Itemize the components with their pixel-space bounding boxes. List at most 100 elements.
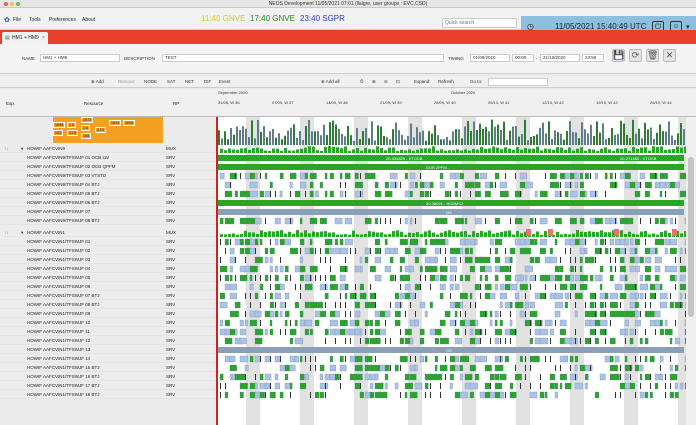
zoom-window-button[interactable] [16, 2, 20, 6]
resource-row[interactable]: HOWIF AAFCVIN9/TFSWJF 08 BTJ SRV [0, 217, 216, 225]
vertical-scrollbar[interactable] [686, 117, 696, 425]
end-time-field[interactable]: 23:59 [582, 54, 604, 62]
resource-row[interactable]: HOWIF AAFCVIN1/TFSWJF 06 SRV [0, 283, 216, 291]
sort-icon[interactable]: ↑↓ [4, 229, 9, 237]
resource-row[interactable]: HOWIF AAFCVIN9/TFSWJF 03 VTSTD SRV [0, 172, 216, 180]
resource-row[interactable]: HOWIF AAFCVIN1/TFSWJF 07 BTJ SRV [0, 292, 216, 300]
overview-bar [599, 132, 601, 145]
resource-row[interactable]: HOWIF AAFCVIN9/TFSWJF 05 BTJ SRV [0, 190, 216, 198]
booking-tick [495, 182, 496, 188]
close-window-button[interactable] [4, 2, 8, 6]
col-resource[interactable]: Resource [84, 101, 103, 106]
refresh-button[interactable]: Refresh [438, 79, 454, 84]
resource-row[interactable]: HOWIF AAFCVIN1/TFSWJF 15 BTJ SRV [0, 364, 216, 372]
resource-row[interactable]: HOWIF AAFCVIN1/TFSWJF 16 BTJ SRV [0, 373, 216, 381]
timeline-grid[interactable]: 20-334825 - VTOCB 20-271485 - VTOCB DOR.2P… [216, 117, 686, 425]
name-field[interactable]: HM1 + HM9 [40, 54, 120, 62]
resource-row[interactable]: HOWIF AAFCVIN1/TFSWJF 05 SRV [0, 274, 216, 282]
booking-block [244, 190, 250, 198]
resource-row[interactable]: HOWIF AAFCVIN1/TFSWJF 11 SRV [0, 328, 216, 336]
booking-tick [270, 383, 271, 389]
start-date-field[interactable]: 01/09/2020 [470, 54, 510, 62]
booking-tick [510, 266, 511, 272]
event-filter-button[interactable]: Event [219, 79, 231, 84]
resource-row[interactable]: HOWIF AAFCVIN1/TFSWJF 02 SRV [0, 247, 216, 255]
close-tab-icon[interactable]: × [42, 32, 45, 44]
mux-peak [308, 233, 311, 237]
menu-tools[interactable]: Tools [29, 17, 41, 23]
reload-button[interactable]: ⟳ [629, 49, 642, 62]
save-button[interactable]: 💾 [612, 49, 625, 62]
expand-button[interactable]: Expand [414, 79, 429, 84]
resource-row[interactable]: HOWIF AAFCVIN9/TFSWJF 06 BTJ SRV [0, 199, 216, 207]
resource-row[interactable]: HOWIF AAFCVIN1/TFSWJF 03 SRV [0, 256, 216, 264]
resource-rp: SRV [166, 191, 176, 196]
node-filter-button[interactable]: NODE [144, 79, 157, 84]
resource-row[interactable]: HOWIF AAFCVIN1/TFSWJF 09 SRV [0, 310, 216, 318]
booking-block [369, 265, 376, 273]
group-row[interactable]: ▾ ↑↓ HOWIF AAFCVIN9 MUX [0, 145, 216, 153]
resource-row[interactable]: HOWIF AAFCVIN1/TFSWJF 14 SRV [0, 355, 216, 363]
mux-peak [268, 150, 271, 153]
resource-row[interactable]: HOWIF AAFCVIN1/TFSWJF 10 SRV [0, 319, 216, 327]
add-all-button[interactable]: ⊕ Add all [321, 79, 340, 85]
remove-button[interactable]: Remove [118, 79, 135, 84]
start-time-field[interactable]: 00:00 [512, 54, 534, 62]
sort-icon[interactable]: ↑↓ [4, 145, 9, 153]
fit-icon[interactable]: ⊡ [396, 79, 400, 85]
booking-block [279, 190, 283, 198]
net-filter-button[interactable]: NET [185, 79, 194, 84]
quick-search-input[interactable]: Quick search [442, 18, 517, 28]
resource-row[interactable]: HOWIF AAFCVIN1/TFSWJF 17 BTJ SRV [0, 382, 216, 390]
overview-bar [602, 123, 604, 145]
resource-row[interactable]: HOWIF AAFCVIN1/TFSWJF 12 SRV [0, 337, 216, 345]
booking-tick [505, 338, 506, 344]
mux-peak [436, 234, 439, 237]
booking-block [369, 319, 374, 327]
col-rp[interactable]: RP [173, 101, 179, 106]
resource-row[interactable]: HOWIF AAFCVIN9/TFSWJF 07 SRV [0, 208, 216, 216]
collapse-icon[interactable]: ▾ [21, 145, 23, 153]
booking-block [319, 382, 329, 390]
resource-row[interactable]: HOWIF AAFCVIN9/TFSWJF 01 OCB LW SRV [0, 154, 216, 162]
end-date-field[interactable]: 31/10/2020 [540, 54, 580, 62]
booking-block [539, 328, 548, 336]
booking-tick [350, 248, 351, 254]
booking-block [484, 265, 492, 273]
close-button[interactable]: ✕ [663, 49, 676, 62]
resource-row[interactable]: HOWIF AAFCVIN1/TFSWJF 04 SRV [0, 265, 216, 273]
booking-tick [515, 329, 516, 335]
resource-name: HOWIF AAFCVIN1/TFSWJF 14 [27, 356, 91, 361]
minimize-window-button[interactable] [10, 2, 14, 6]
booking-tick [660, 365, 661, 371]
resource-row[interactable]: HOWIF AAFCVIN1/TFSWJF 18 BTJ SRV [0, 391, 216, 399]
resource-row[interactable]: HOWIF AAFCVIN1/TFSWJF 01 SRV [0, 238, 216, 246]
resource-row[interactable]: HOWIF AAFCVIN9/TFSWJF 02 OCB QPFM SRV [0, 163, 216, 171]
booking-tick [415, 356, 416, 362]
resource-row[interactable]: HOWIF AAFCVIN1/TFSWJF 13 SRV [0, 346, 216, 354]
collapse-icon[interactable]: ▾ [21, 229, 23, 237]
goto-field[interactable] [488, 78, 548, 86]
resource-row[interactable]: HOWIF AAFCVIN1/TFSWJF 08 BTJ SRV [0, 301, 216, 309]
tab-hm1-hm9[interactable]: ▤ HM1 + HM9 × [2, 32, 48, 44]
dif-filter-button[interactable]: DIF [204, 79, 211, 84]
scrollbar-thumb[interactable] [688, 157, 694, 317]
menu-about[interactable]: About [82, 17, 95, 23]
col-exp[interactable]: Exp. [6, 101, 15, 106]
sat-filter-button[interactable]: SAT [167, 79, 175, 84]
delete-button[interactable]: 🗑 [646, 49, 659, 62]
description-field[interactable]: TEST [162, 54, 444, 62]
full-bar [218, 164, 684, 170]
zoom-in-icon[interactable]: ⊕ [372, 79, 376, 85]
zoom-out-icon[interactable]: ⊖ [384, 79, 388, 85]
booking-tick [450, 293, 451, 299]
overview-bar [503, 121, 505, 145]
booking-tick [375, 356, 376, 362]
add-button[interactable]: ⊕ Add [91, 79, 104, 85]
mux-peak [592, 231, 595, 237]
resource-row[interactable]: HOWIF AAFCVIN9/TFSWJF 04 BTJ SRV [0, 181, 216, 189]
menu-file[interactable]: File [13, 17, 21, 23]
group-row[interactable]: ▾ ↑↓ HOWIF AAFCVIN1 MUX [0, 229, 216, 237]
menu-preferences[interactable]: Preferences [49, 17, 76, 23]
history-icon[interactable]: ⏲ [360, 79, 364, 84]
